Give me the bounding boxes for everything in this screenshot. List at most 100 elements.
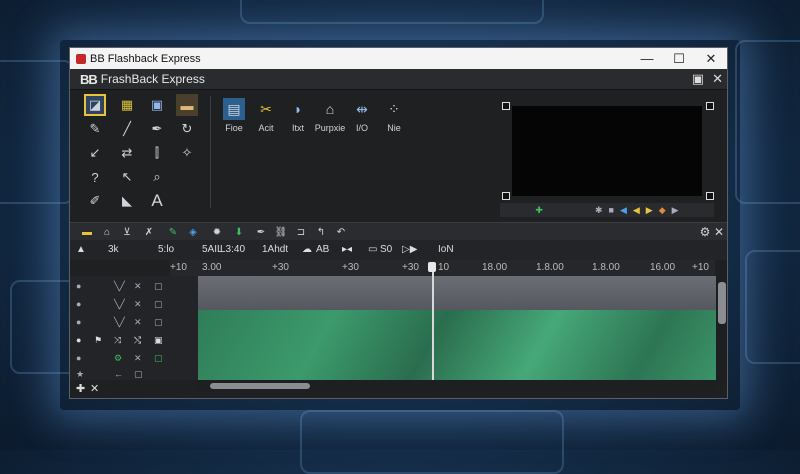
arrow-icon[interactable]: ◣ (116, 190, 138, 212)
loop-small-icon[interactable]: ⤭ (134, 335, 141, 346)
track-box-icon[interactable]: ▢ (154, 353, 163, 364)
toolbar-close-icon[interactable]: ✕ (712, 225, 726, 239)
pen-icon[interactable]: ✒ (146, 118, 168, 140)
cursor-icon[interactable]: ⌂ (100, 225, 114, 239)
expand-icon[interactable]: ▷▶ (402, 244, 417, 255)
resize-handle[interactable] (706, 102, 714, 110)
field-5[interactable]: AB (316, 244, 329, 255)
zoom-level[interactable]: 3k (108, 244, 119, 255)
restore-icon[interactable]: ▣ (692, 71, 704, 87)
vertical-scrollbar[interactable] (716, 260, 727, 384)
horizontal-scrollbar[interactable] (198, 380, 716, 392)
playhead[interactable] (432, 264, 434, 380)
brush-icon[interactable]: ✎ (84, 118, 106, 140)
time-ruler[interactable]: +10 3.00 +30 +30 +30 10 18.00 1.8.00 1.8… (170, 260, 715, 276)
cut-icon[interactable]: ✗ (142, 225, 156, 239)
save-icon[interactable]: ▬ (80, 225, 94, 239)
eye-icon[interactable]: ● (76, 353, 81, 363)
maximize-button[interactable]: ☐ (663, 48, 695, 69)
resize-handle[interactable] (706, 192, 714, 200)
eye-icon[interactable]: ● (76, 335, 81, 345)
preview-screen[interactable] (512, 106, 702, 196)
track-box-icon[interactable]: ▢ (154, 299, 163, 310)
lock-icon[interactable]: ╲╱ (114, 281, 125, 292)
flag-icon[interactable]: ⚑ (94, 335, 102, 346)
select-rectangle-icon[interactable]: ◪ (84, 94, 106, 116)
play-small-icon[interactable]: ▸◂ (342, 244, 352, 255)
loop-icon[interactable]: ↶ (334, 225, 348, 239)
prev-icon[interactable]: ◀ (633, 205, 640, 216)
action-button-0[interactable]: ▤ Fioe (220, 98, 248, 133)
add-track-icon[interactable]: ✚ (76, 382, 85, 395)
mute-icon[interactable]: ✕ (134, 353, 142, 364)
lock-icon[interactable]: ╲╱ (114, 299, 125, 310)
export-icon[interactable]: ⊻ (120, 225, 134, 239)
rotate-icon[interactable]: ↻ (176, 118, 198, 140)
cursor-box-icon[interactable]: ▣ (146, 94, 168, 116)
mute-icon[interactable]: ✕ (134, 317, 142, 328)
settings-icon[interactable]: ✱ (595, 205, 603, 216)
action-button-2[interactable]: ◗ Itxt (284, 98, 312, 133)
action-button-1[interactable]: ✂ Acit (252, 98, 280, 134)
close-button[interactable]: ✕ (695, 48, 727, 69)
shield-icon[interactable]: ◈ (186, 225, 200, 239)
resize-handle[interactable] (502, 102, 510, 110)
next-icon[interactable]: ▶ (672, 205, 679, 216)
add-icon[interactable]: ✚ (535, 205, 543, 216)
track-box-icon[interactable]: ▢ (154, 317, 163, 328)
mute-icon[interactable]: ✕ (134, 299, 142, 310)
audio-icon[interactable]: ⚙ (114, 353, 122, 364)
shuffle-icon[interactable]: ⤨ (114, 335, 121, 346)
star-icon[interactable]: ★ (76, 369, 84, 380)
link-icon[interactable]: ⛓ (274, 225, 288, 239)
audio-track[interactable] (198, 310, 716, 380)
action-button-5[interactable]: ⁘ Nie (380, 98, 408, 134)
back-arrow-icon[interactable]: ← (114, 369, 123, 379)
arrow-diagonal-icon[interactable]: ↙ (84, 142, 106, 164)
video-track[interactable] (198, 276, 716, 310)
frame-small-icon[interactable]: ▢ (134, 369, 143, 380)
eye-icon[interactable]: ● (76, 317, 81, 327)
action-button-3[interactable]: ⌂ Purpxie (315, 98, 346, 133)
eye-icon[interactable]: ● (76, 299, 81, 309)
inner-close-icon[interactable]: ✕ (712, 71, 723, 87)
eye-icon[interactable]: ● (76, 281, 81, 291)
back-icon[interactable]: ◀ (620, 205, 627, 216)
arrow-up-icon[interactable]: ▲ (76, 244, 86, 255)
track-box-icon[interactable]: ▣ (154, 335, 163, 346)
folder-icon[interactable]: ▬ (176, 94, 198, 116)
field-7[interactable]: IoN (438, 244, 454, 255)
sparkle-grid-icon[interactable]: ▦ (116, 94, 138, 116)
undo-icon[interactable]: ⊐ (294, 225, 308, 239)
resize-handle[interactable] (502, 192, 510, 200)
gear-icon[interactable]: ⚙ (698, 225, 712, 239)
line-icon[interactable]: ╱ (116, 118, 138, 140)
eraser-icon[interactable]: ✐ (84, 190, 106, 212)
field-4[interactable]: 1Ahdt (262, 244, 288, 255)
field-1[interactable]: 5:lo (158, 244, 174, 255)
vertical-scroll-thumb[interactable] (718, 282, 726, 324)
mute-icon[interactable]: ✕ (134, 281, 142, 292)
horizontal-scroll-thumb[interactable] (210, 383, 310, 389)
marker-icon[interactable]: ◆ (659, 205, 666, 216)
stop-icon[interactable]: ■ (609, 205, 614, 215)
zoom-icon[interactable]: ⌕ (146, 166, 168, 188)
split-icon[interactable]: ⫿ (146, 142, 168, 164)
timeline-tracks[interactable] (198, 276, 716, 380)
playhead-handle[interactable] (428, 262, 436, 272)
track-box-icon[interactable]: ▢ (154, 281, 163, 292)
minimize-button[interactable]: — (631, 48, 663, 69)
redo-icon[interactable]: ↰ (314, 225, 328, 239)
field-6[interactable]: S0 (380, 244, 392, 255)
field-3[interactable]: L3:40 (220, 244, 245, 255)
text-tool-icon[interactable]: A (146, 190, 168, 212)
swap-arrows-icon[interactable]: ⇄ (116, 142, 138, 164)
help-icon[interactable]: ? (84, 166, 106, 188)
action-button-4[interactable]: ⇹ I/O (348, 98, 376, 134)
cloud-icon[interactable]: ☁ (302, 244, 312, 255)
pointer-icon[interactable]: ↖ (116, 166, 138, 188)
play-icon[interactable]: ▶ (646, 205, 653, 216)
gear-small-icon[interactable]: ✹ (210, 225, 224, 239)
lock-icon[interactable]: ╲╱ (114, 317, 125, 328)
frame-icon[interactable]: ▭ (368, 244, 377, 255)
